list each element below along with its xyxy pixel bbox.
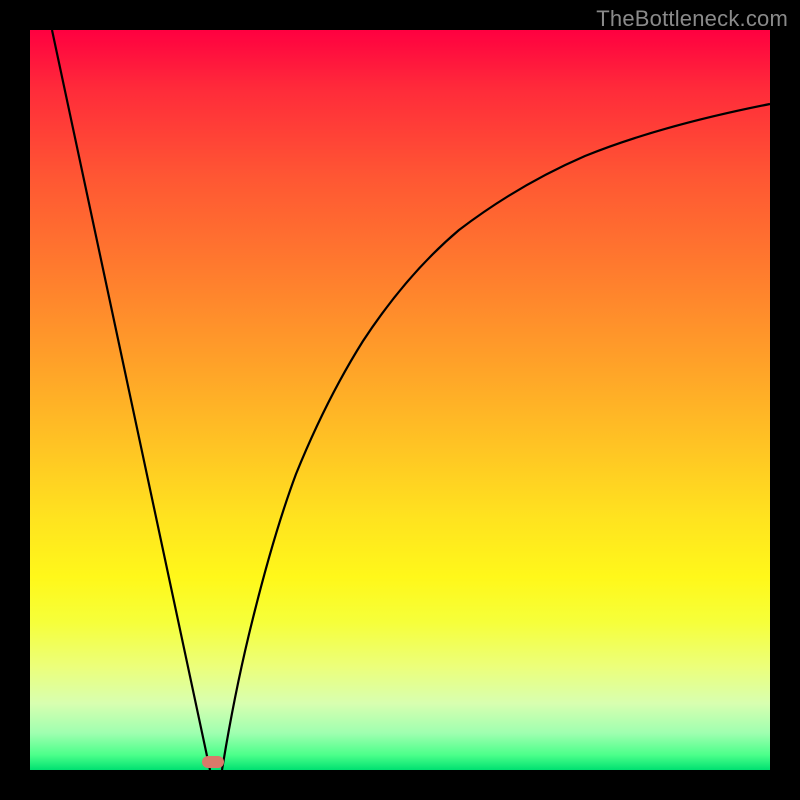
plot-area bbox=[30, 30, 770, 770]
bottleneck-curve bbox=[30, 30, 770, 770]
curve-left bbox=[52, 30, 210, 770]
curve-right bbox=[222, 104, 770, 770]
optimal-marker bbox=[202, 756, 224, 768]
chart-frame: TheBottleneck.com bbox=[0, 0, 800, 800]
watermark-text: TheBottleneck.com bbox=[596, 6, 788, 32]
